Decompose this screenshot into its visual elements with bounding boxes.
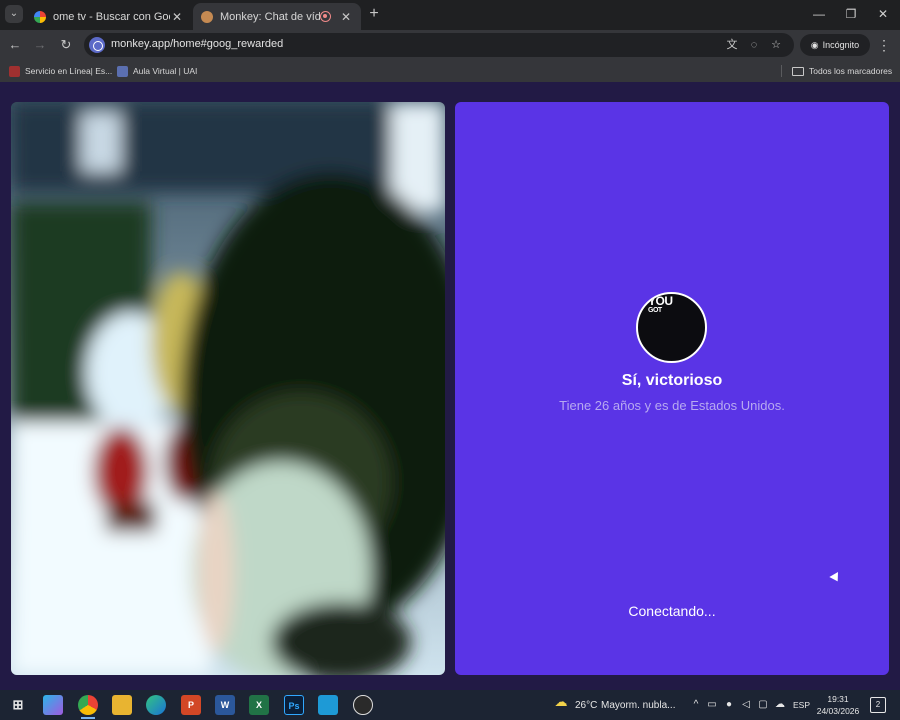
edge-icon[interactable] — [146, 695, 166, 715]
folder-icon — [792, 66, 804, 76]
reload-button[interactable]: ↻ — [56, 35, 76, 55]
word-icon[interactable]: W — [215, 695, 235, 715]
connection-status: Conectando... — [628, 603, 716, 619]
camera-feed-image — [11, 102, 445, 675]
bookmark-favicon-icon — [9, 65, 20, 77]
file-explorer-icon[interactable] — [112, 695, 132, 715]
microphone-icon[interactable]: ● — [723, 699, 735, 711]
browser-toolbar: ← → ↻ monkey.app/home#goog_rewarded 文 ◌ … — [0, 30, 900, 60]
close-tab-icon[interactable]: ✕ — [170, 10, 184, 24]
forward-button[interactable]: → — [30, 35, 50, 55]
weather-cloud-icon[interactable]: ☁ — [552, 695, 570, 712]
language-indicator[interactable]: ESP — [793, 700, 810, 710]
weather-description[interactable]: Mayorm. nubla... — [601, 700, 675, 711]
address-bar[interactable]: monkey.app/home#goog_rewarded 文 ◌ ☆ — [84, 33, 794, 57]
site-info-icon[interactable] — [89, 37, 105, 53]
bookmark-label: Aula Virtual | UAI — [133, 66, 198, 76]
monkey-page: YOU GOT Sí, victorioso Tiene 26 años y e… — [0, 82, 900, 690]
chrome-active-indicator — [81, 717, 95, 719]
camera-icon[interactable]: ▢ — [757, 699, 769, 711]
clock-date: 24/03/2026 — [816, 706, 860, 716]
match-panel: YOU GOT Sí, victorioso Tiene 26 años y e… — [455, 102, 889, 675]
bookmark-servicio[interactable]: Servicio en Línea| Es... — [9, 64, 112, 78]
new-tab-button[interactable]: + — [365, 5, 383, 23]
self-camera-video — [11, 102, 445, 675]
photoshop-icon[interactable]: Ps — [284, 695, 304, 715]
bookmarks-bar: Servicio en Línea| Es... Aula Virtual | … — [0, 60, 900, 82]
match-name: Sí, victorioso — [621, 372, 723, 389]
volume-icon[interactable]: ◁ — [740, 699, 752, 711]
notification-center-icon[interactable]: 2 — [870, 697, 886, 713]
monkey-favicon-icon — [201, 10, 213, 23]
match-subtitle: Tiene 26 años y es de Estados Unidos. — [559, 398, 785, 413]
bookmark-label: Servicio en Línea| Es... — [25, 66, 113, 76]
incognito-label: Incógnito — [822, 40, 860, 50]
bookmark-star-icon[interactable]: ☆ — [768, 37, 784, 53]
tab-strip: ⌄ ome tv - Buscar con Google ✕ Monkey: C… — [0, 0, 900, 30]
clock-time: 19:31 — [827, 694, 849, 704]
network-icon[interactable]: ▭ — [706, 699, 718, 711]
tab-title: Monkey: Chat de vídeo en — [220, 10, 320, 23]
tab-title: ome tv - Buscar con Google — [53, 10, 170, 23]
incognito-icon: ◉ — [810, 39, 819, 50]
bookmark-aula-virtual[interactable]: Aula Virtual | UAI — [117, 64, 197, 78]
tab-monkey[interactable]: Monkey: Chat de vídeo en ✕ — [193, 3, 361, 30]
windows-start-icon[interactable]: ⊞ — [8, 695, 28, 715]
shield-favicon-icon — [117, 65, 128, 77]
google-favicon-icon — [34, 10, 46, 23]
back-button[interactable]: ← — [5, 35, 25, 55]
chevron-up-icon[interactable]: ^ — [690, 699, 702, 711]
chrome-icon[interactable] — [78, 695, 98, 715]
notification-count: 2 — [875, 700, 881, 709]
copilot-icon[interactable] — [43, 695, 63, 715]
all-bookmarks-button[interactable]: Todos los marcadores — [792, 64, 892, 78]
excel-icon[interactable]: X — [249, 695, 269, 715]
minimize-button[interactable]: — — [802, 0, 836, 30]
browser-menu-icon[interactable]: ⋮ — [876, 35, 892, 55]
all-bookmarks-label: Todos los marcadores — [809, 66, 893, 76]
close-tab-icon[interactable]: ✕ — [339, 10, 353, 24]
tab-google-search[interactable]: ome tv - Buscar con Google ✕ — [26, 3, 192, 30]
bookmarks-divider — [781, 65, 782, 77]
eye-off-icon[interactable]: ◌ — [746, 37, 762, 53]
incognito-indicator[interactable]: ◉ Incógnito — [800, 34, 870, 56]
screen: ⌄ ome tv - Buscar con Google ✕ Monkey: C… — [0, 0, 900, 720]
close-window-button[interactable]: ✕ — [866, 0, 900, 30]
obs-icon[interactable] — [353, 695, 373, 715]
tab-search-button[interactable]: ⌄ — [5, 5, 23, 23]
translate-icon[interactable]: 文 — [724, 37, 740, 53]
match-avatar: YOU GOT — [636, 292, 707, 363]
onedrive-icon[interactable]: ☁ — [774, 699, 786, 711]
store-icon[interactable] — [318, 695, 338, 715]
recording-indicator-icon — [320, 11, 331, 22]
system-clock[interactable]: 19:31 24/03/2026 — [812, 693, 864, 717]
windows-taskbar: ⊞ P W X Ps ☁ 26°C Mayorm. nubla... ^ ▭ ●… — [0, 690, 900, 720]
avatar-image-text: YOU GOT — [648, 295, 673, 315]
weather-temp[interactable]: 26°C — [575, 700, 597, 711]
powerpoint-icon[interactable]: P — [181, 695, 201, 715]
url-text[interactable]: monkey.app/home#goog_rewarded — [111, 38, 283, 50]
restore-button[interactable]: ❐ — [834, 0, 868, 30]
